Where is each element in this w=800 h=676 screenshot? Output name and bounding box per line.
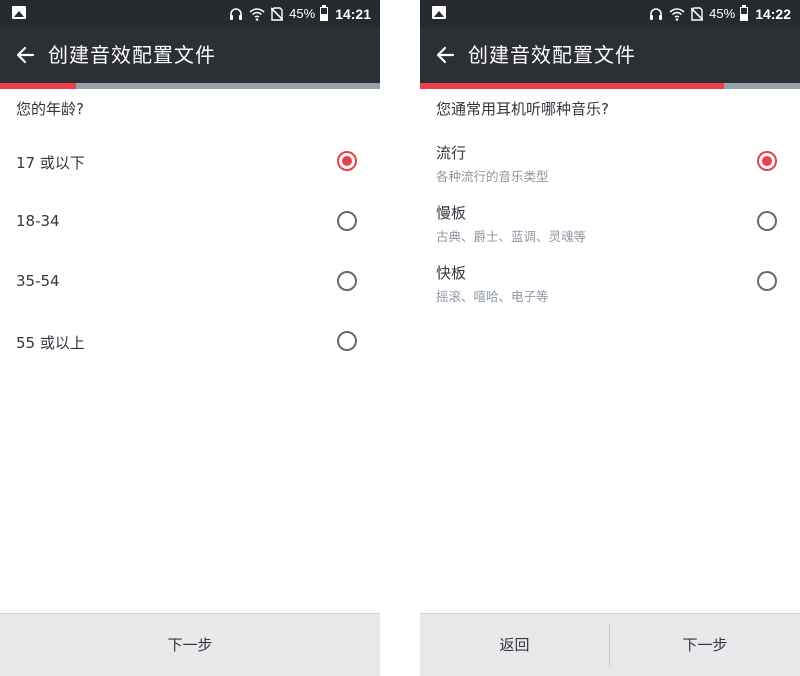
option-label: 35-54 (16, 272, 60, 290)
option-label: 17 或以下 (16, 154, 85, 172)
radio-button[interactable] (757, 211, 777, 231)
option-genre-fast[interactable]: 快板 摇滚、嘻哈、电子等 (420, 251, 800, 311)
battery-percent: 45% (289, 6, 316, 21)
bottom-bar: 下一步 (0, 613, 380, 676)
no-sim-icon (271, 6, 284, 21)
status-time: 14:21 (335, 5, 371, 22)
status-bar: 45% 14:21 (0, 0, 380, 27)
radio-button[interactable] (757, 271, 777, 291)
option-subtitle: 古典、爵士、蓝调、灵魂等 (436, 229, 587, 244)
wifi-icon (249, 7, 265, 21)
bottom-bar: 返回 下一步 (420, 613, 800, 676)
option-title: 流行 (436, 144, 467, 162)
headphones-icon (650, 7, 663, 20)
status-time: 14:22 (755, 5, 791, 22)
headphones-icon (230, 7, 243, 20)
battery-percent: 45% (709, 6, 736, 21)
progress-bar (420, 83, 800, 89)
toolbar: 创建音效配置文件 (0, 27, 380, 83)
option-subtitle: 各种流行的音乐类型 (436, 169, 549, 184)
radio-button[interactable] (757, 151, 777, 171)
screen-music-genre: 45% 14:22 创建音效配置文件 您通常用耳机听哪种音乐? 流行 各种流行的… (420, 0, 800, 676)
no-sim-icon (691, 6, 704, 21)
option-age-17-under[interactable]: 17 或以下 (0, 131, 380, 191)
arrow-left-icon (16, 46, 35, 64)
arrow-left-icon (436, 46, 455, 64)
back-button[interactable] (428, 37, 464, 73)
status-bar: 45% 14:22 (420, 0, 800, 27)
screen-age: 45% 14:21 创建音效配置文件 您的年龄? 17 或以下 18-34 35… (0, 0, 380, 676)
next-button[interactable]: 下一步 (610, 614, 800, 676)
option-title: 慢板 (436, 204, 467, 222)
back-text-button[interactable]: 返回 (420, 614, 609, 676)
gallery-notification-icon (432, 6, 446, 19)
wifi-icon (669, 7, 685, 21)
battery-icon (320, 4, 329, 21)
radio-button[interactable] (337, 271, 357, 291)
progress-fill (0, 83, 76, 89)
option-genre-slow[interactable]: 慢板 古典、爵士、蓝调、灵魂等 (420, 191, 800, 251)
option-label: 18-34 (16, 212, 60, 230)
next-button[interactable]: 下一步 (0, 614, 380, 676)
progress-bar (0, 83, 380, 89)
status-indicators: 45% 14:21 (229, 0, 371, 27)
radio-button[interactable] (337, 331, 357, 351)
option-genre-pop[interactable]: 流行 各种流行的音乐类型 (420, 131, 800, 191)
option-title: 快板 (436, 264, 467, 282)
page-title: 创建音效配置文件 (468, 43, 636, 67)
progress-fill (420, 83, 724, 89)
question-label: 您通常用耳机听哪种音乐? (436, 100, 609, 118)
page-title: 创建音效配置文件 (48, 43, 216, 67)
status-indicators: 45% 14:22 (649, 0, 791, 27)
option-subtitle: 摇滚、嘻哈、电子等 (436, 289, 549, 304)
radio-button[interactable] (337, 211, 357, 231)
option-age-55-over[interactable]: 55 或以上 (0, 311, 380, 371)
toolbar: 创建音效配置文件 (420, 27, 800, 83)
radio-button[interactable] (337, 151, 357, 171)
back-button[interactable] (8, 37, 44, 73)
battery-icon (740, 4, 749, 21)
question-label: 您的年龄? (16, 100, 84, 118)
option-label: 55 或以上 (16, 334, 85, 352)
gallery-notification-icon (12, 6, 26, 19)
option-age-35-54[interactable]: 35-54 (0, 251, 380, 311)
option-age-18-34[interactable]: 18-34 (0, 191, 380, 251)
